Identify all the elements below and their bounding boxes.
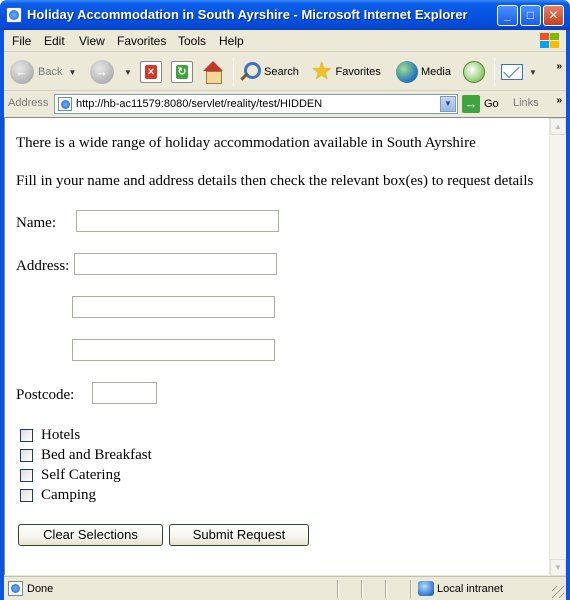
local-intranet-icon	[418, 581, 434, 596]
name-label: Name:	[16, 215, 56, 231]
menu-bar: File Edit View Favorites Tools Help	[4, 30, 566, 52]
address-line2-input[interactable]	[72, 296, 275, 318]
favorites-button[interactable]: ★ Favorites	[311, 58, 381, 86]
scroll-up-icon[interactable]: ▲	[550, 118, 566, 135]
window-title: Holiday Accommodation in South Ayrshire …	[27, 7, 468, 22]
status-pane-divider	[385, 580, 387, 598]
address-field-label: Address:	[16, 258, 70, 274]
status-bar: Done Local intranet	[4, 576, 566, 600]
submit-request-button[interactable]: Submit Request	[169, 524, 309, 546]
bed-and-breakfast-checkbox[interactable]	[20, 449, 33, 462]
page-viewport: There is a wide range of holiday accommo…	[4, 117, 566, 576]
minimize-button[interactable]: _	[497, 5, 518, 26]
option-self-catering[interactable]: Self Catering	[20, 467, 121, 484]
self-catering-checkbox[interactable]	[20, 469, 33, 482]
history-icon	[463, 61, 485, 83]
ie-page-icon	[6, 7, 22, 23]
postcode-input[interactable]	[92, 382, 157, 404]
menu-file[interactable]: File	[12, 34, 31, 48]
page-status-icon	[8, 581, 23, 596]
hotels-checkbox[interactable]	[20, 429, 33, 442]
mail-icon	[501, 64, 523, 80]
address-label: Address	[8, 97, 49, 109]
address-bar: Address http://hb-ac11579:8080/servlet/r…	[4, 92, 566, 116]
menu-tools[interactable]: Tools	[178, 34, 206, 48]
browser-client: File Edit View Favorites Tools Help ← Ba…	[4, 30, 566, 600]
go-button[interactable]: → Go	[462, 95, 499, 113]
title-bar[interactable]: Holiday Accommodation in South Ayrshire …	[0, 0, 570, 30]
option-hotels[interactable]: Hotels	[20, 427, 80, 444]
instructions-text: Fill in your name and address details th…	[16, 173, 534, 189]
mail-dropdown-icon[interactable]: ▼	[529, 68, 537, 77]
intro-text: There is a wide range of holiday accommo…	[16, 135, 476, 151]
search-button[interactable]: Search	[239, 58, 299, 86]
media-button[interactable]: Media	[396, 58, 451, 86]
stop-icon: ×	[140, 61, 162, 83]
standard-toolbar: ← Back ▼ → ▼ × ↻ Search ★ Favorites Medi…	[4, 53, 566, 91]
toolbar-separator	[494, 58, 495, 86]
refresh-button[interactable]: ↻	[171, 58, 193, 86]
status-pane-divider	[361, 580, 363, 598]
status-text: Done	[27, 583, 54, 595]
windows-logo-icon	[538, 32, 560, 50]
address-line3-input[interactable]	[72, 339, 275, 361]
refresh-icon: ↻	[171, 61, 193, 83]
name-input[interactable]	[76, 210, 279, 232]
address-input[interactable]: http://hb-ac11579:8080/servlet/reality/t…	[54, 94, 458, 114]
menu-help[interactable]: Help	[219, 34, 244, 48]
toolbar-chevron-icon[interactable]: »	[556, 61, 562, 72]
resize-grip-icon[interactable]	[552, 586, 564, 598]
search-icon	[239, 61, 261, 83]
forward-dropdown-icon[interactable]: ▼	[124, 68, 132, 77]
back-button[interactable]: ← Back ▼	[10, 58, 76, 86]
back-arrow-icon: ←	[10, 60, 34, 84]
stop-button[interactable]: ×	[140, 58, 162, 86]
self-catering-label: Self Catering	[41, 467, 121, 483]
camping-checkbox[interactable]	[20, 489, 33, 502]
menu-favorites[interactable]: Favorites	[117, 34, 166, 48]
menu-view[interactable]: View	[79, 34, 105, 48]
address-url: http://hb-ac11579:8080/servlet/reality/t…	[76, 98, 323, 110]
mail-button[interactable]: ▼	[501, 58, 537, 86]
forward-button[interactable]: → ▼	[90, 58, 132, 86]
option-bed-and-breakfast[interactable]: Bed and Breakfast	[20, 447, 152, 464]
search-label: Search	[264, 66, 299, 78]
toolbar-separator	[233, 58, 234, 86]
security-zone-text: Local intranet	[437, 583, 504, 595]
go-arrow-icon: →	[462, 95, 480, 113]
browser-window: Holiday Accommodation in South Ayrshire …	[0, 0, 570, 600]
camping-label: Camping	[41, 487, 96, 503]
history-button[interactable]	[463, 58, 485, 86]
forward-arrow-icon: →	[90, 60, 114, 84]
media-label: Media	[421, 66, 451, 78]
maximize-button[interactable]: □	[520, 5, 541, 26]
links-button[interactable]: Links	[513, 97, 539, 109]
bed-and-breakfast-label: Bed and Breakfast	[41, 447, 152, 463]
star-icon: ★	[311, 58, 333, 85]
address-dropdown-icon[interactable]: ▼	[440, 96, 456, 112]
home-button[interactable]	[201, 58, 225, 86]
status-pane-divider	[337, 580, 339, 598]
address-line1-input[interactable]	[74, 253, 277, 275]
back-dropdown-icon[interactable]: ▼	[68, 68, 76, 77]
option-camping[interactable]: Camping	[20, 487, 96, 504]
media-globe-icon	[396, 61, 418, 83]
vertical-scrollbar[interactable]: ▲ ▼	[549, 118, 566, 576]
clear-selections-button[interactable]: Clear Selections	[18, 524, 163, 546]
menu-edit[interactable]: Edit	[44, 34, 65, 48]
postcode-label: Postcode:	[16, 387, 75, 403]
status-pane-divider	[410, 580, 412, 598]
favorites-label: Favorites	[335, 66, 381, 78]
scroll-down-icon[interactable]: ▼	[550, 559, 566, 576]
back-label: Back	[38, 66, 63, 78]
page-icon	[58, 97, 72, 111]
links-chevron-icon[interactable]: »	[556, 95, 562, 106]
hotels-label: Hotels	[41, 427, 81, 443]
home-icon	[201, 61, 225, 84]
close-button[interactable]: ✕	[543, 5, 564, 26]
go-label: Go	[484, 98, 499, 110]
